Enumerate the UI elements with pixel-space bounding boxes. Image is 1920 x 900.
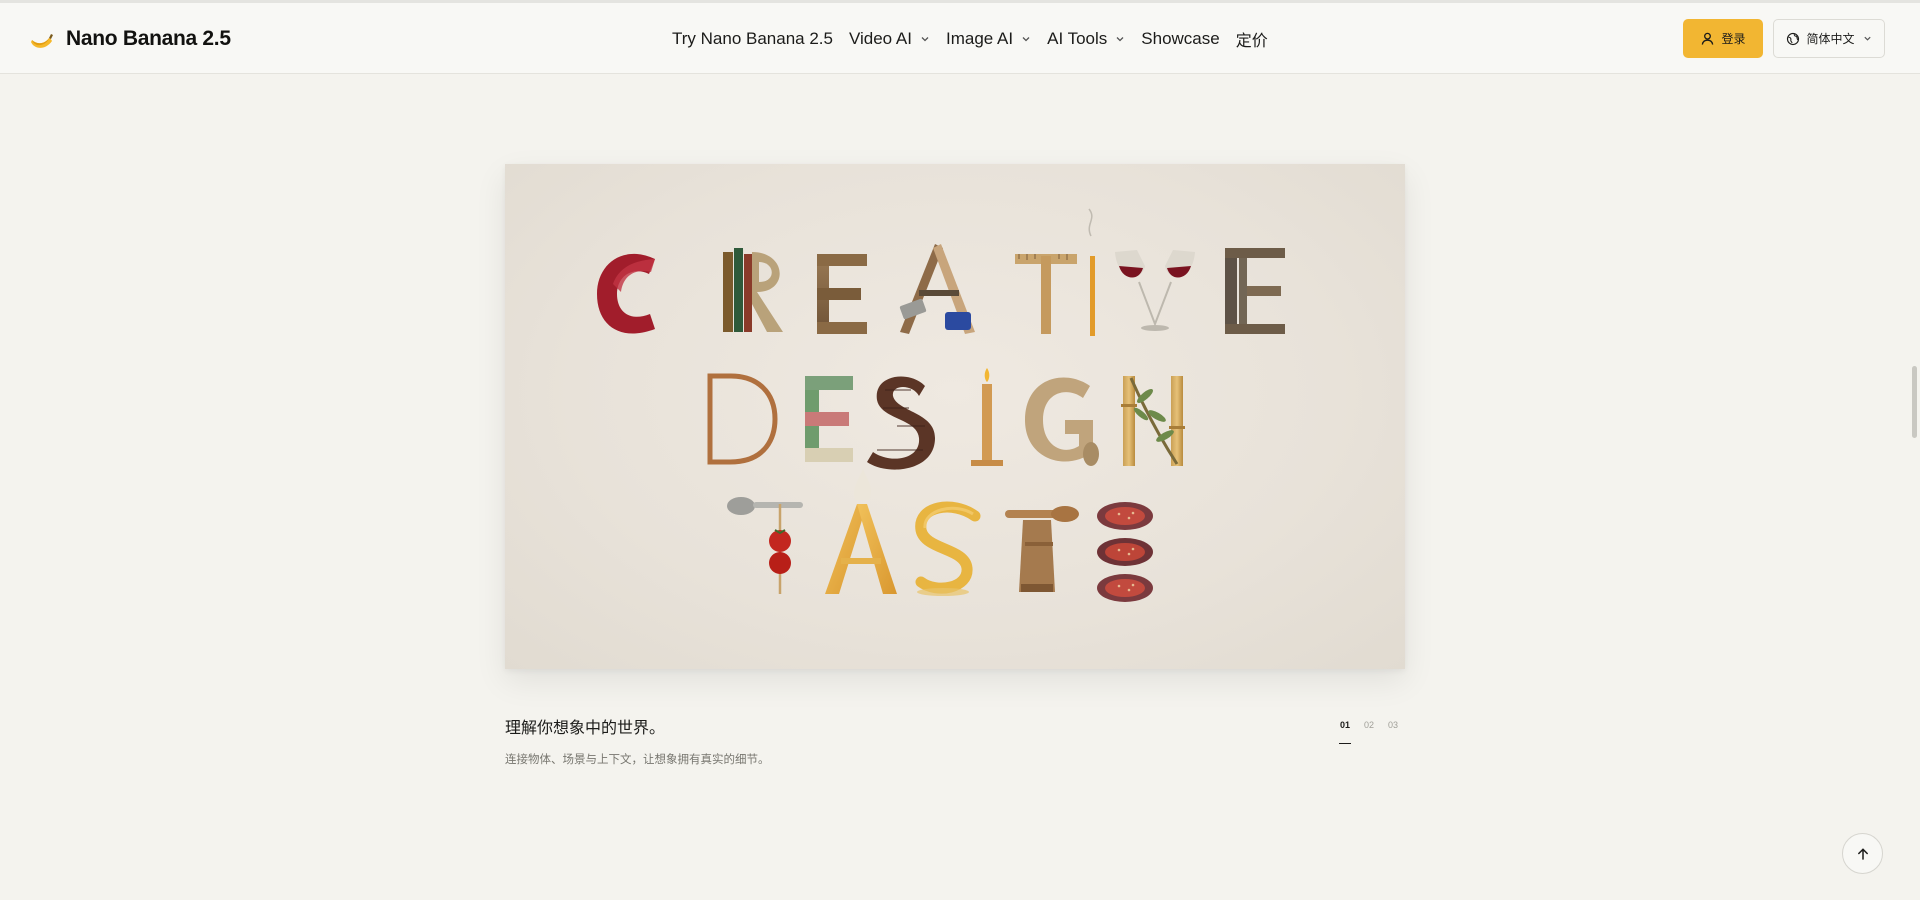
arrow-up-icon xyxy=(1857,847,1868,860)
chevron-down-icon xyxy=(1022,37,1030,42)
nav-ai-tools[interactable]: AI Tools xyxy=(1047,29,1125,49)
chevron-down-icon xyxy=(921,37,929,42)
nav-label: Try Nano Banana 2.5 xyxy=(672,29,833,48)
page-scrollbar-thumb[interactable] xyxy=(1912,366,1917,438)
pager-item-02[interactable]: 02 xyxy=(1364,720,1374,744)
brand-name: Nano Banana 2.5 xyxy=(66,27,231,50)
nav-label: Image AI xyxy=(946,29,1014,48)
nav-pricing[interactable]: 定价 xyxy=(1236,27,1268,51)
nav-label: AI Tools xyxy=(1047,29,1108,48)
hero-image xyxy=(505,164,1405,669)
chevron-down-icon xyxy=(1116,37,1124,42)
login-label: 登录 xyxy=(1721,32,1746,46)
chevron-down-icon xyxy=(1863,36,1871,41)
banana-icon xyxy=(31,34,53,48)
nav-label: 定价 xyxy=(1235,31,1268,50)
feature-title: 理解你想象中的世界。 xyxy=(505,718,666,737)
nav-label: Video AI xyxy=(848,29,912,48)
nav-video-ai[interactable]: Video AI xyxy=(849,29,930,49)
back-to-top-button[interactable] xyxy=(1842,833,1883,874)
brand-logo-link[interactable]: Nano Banana 2.5 xyxy=(26,21,231,57)
nav-try-nano-banana[interactable]: Try Nano Banana 2.5 xyxy=(672,29,833,49)
language-label: 简体中文 xyxy=(1806,32,1855,46)
creative-design-taste-artwork xyxy=(597,208,1285,602)
nav-image-ai[interactable]: Image AI xyxy=(946,29,1031,49)
feature-subtitle: 连接物体、场景与上下文，让想象拥有真实的细节。 xyxy=(505,752,770,766)
pager-item-03[interactable]: 03 xyxy=(1388,720,1398,744)
main-nav: Try Nano Banana 2.5 Video AI Image AI AI… xyxy=(672,21,1268,57)
user-icon xyxy=(1702,32,1714,45)
nav-showcase[interactable]: Showcase xyxy=(1141,29,1219,49)
slide-pager: 01 02 03 xyxy=(1338,720,1398,744)
site-header: Nano Banana 2.5 Try Nano Banana 2.5 Vide… xyxy=(0,0,1920,74)
language-selector[interactable]: 简体中文 xyxy=(1773,19,1885,58)
globe-icon xyxy=(1787,32,1800,45)
login-button[interactable]: 登录 xyxy=(1683,19,1763,58)
nav-label: Showcase xyxy=(1141,29,1220,48)
pager-item-01[interactable]: 01 xyxy=(1338,720,1352,744)
